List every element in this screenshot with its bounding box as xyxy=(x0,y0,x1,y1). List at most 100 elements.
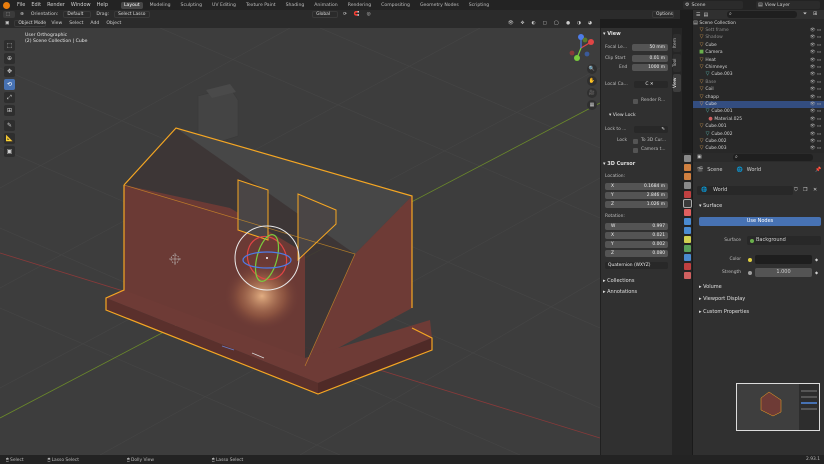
output-tab-icon[interactable] xyxy=(683,173,691,180)
visibility-eye-icon[interactable]: 👁 ▭ xyxy=(810,131,821,138)
filter-icon[interactable]: ⏷ xyxy=(803,11,807,17)
blender-logo-icon[interactable] xyxy=(3,1,10,9)
tool-select-icon[interactable]: ⬚ xyxy=(3,11,15,18)
workspace-tab-sculpting[interactable]: Sculpting xyxy=(178,2,205,9)
physics-tab-icon[interactable] xyxy=(683,236,691,243)
focal-length-field[interactable]: 50 mm xyxy=(632,44,668,51)
view-section-header[interactable]: ▾ View xyxy=(603,31,621,37)
clip-end-field[interactable]: 1000 m xyxy=(632,64,668,71)
shading-material-icon[interactable]: ◑ xyxy=(575,21,583,26)
outliner-scene-collection[interactable]: ▤ Scene Collection xyxy=(693,20,824,27)
fake-user-shield-icon[interactable]: ⛉ xyxy=(794,187,798,193)
scene-tab-icon[interactable] xyxy=(683,191,691,198)
visibility-eye-icon[interactable]: 👁 ▭ xyxy=(810,101,821,108)
constraints-tab-icon[interactable] xyxy=(683,245,691,252)
outliner-editor-icon[interactable]: ☰ xyxy=(696,12,700,18)
outliner-row[interactable]: ▽ Coil 👁 ▭ xyxy=(693,86,824,93)
menu-window[interactable]: Window xyxy=(70,2,92,8)
data-tab-icon[interactable] xyxy=(683,254,691,261)
outliner-row[interactable]: ▽ Cube.002 👁 ▭ xyxy=(693,138,824,145)
render-region-checkbox[interactable] xyxy=(633,99,638,104)
outliner-row[interactable]: ■ Camera 👁 ▭ xyxy=(693,49,824,56)
visibility-eye-icon[interactable]: 👁 ▭ xyxy=(810,145,821,152)
snap-icon[interactable]: 🧲 xyxy=(352,12,362,17)
visibility-eye-icon[interactable]: 👁 ▭ xyxy=(810,123,821,130)
annotations-section-header[interactable]: ▸ Annotations xyxy=(603,289,637,295)
material-tab-icon[interactable] xyxy=(683,263,691,270)
color-keyframe-dot-icon[interactable]: ◆ xyxy=(815,257,818,262)
workspace-tab-scripting[interactable]: Scripting xyxy=(466,2,492,9)
workspace-tab-modeling[interactable]: Modeling xyxy=(147,2,174,9)
outliner-row[interactable]: ▽ chapp 👁 ▭ xyxy=(693,94,824,101)
cursor-z-field[interactable]: Z 1.026 m xyxy=(605,201,668,208)
measure-tool-icon[interactable]: 📐 xyxy=(4,133,15,144)
visibility-eye-icon[interactable]: 👁 ▭ xyxy=(810,71,821,78)
strength-keyframe-dot-icon[interactable]: ◆ xyxy=(815,270,818,275)
new-collection-icon[interactable]: ⊞ xyxy=(813,11,817,17)
workspace-tab-compositing[interactable]: Compositing xyxy=(378,2,413,9)
transform-space-dropdown[interactable]: Global xyxy=(312,11,339,18)
visibility-eye-icon[interactable]: 👁 ▭ xyxy=(810,94,821,101)
scale-tool-icon[interactable]: ⤢ xyxy=(4,92,15,103)
tab-item[interactable]: Item xyxy=(673,34,681,52)
rotation-mode-dropdown[interactable]: Quaternion (WXYZ) xyxy=(605,262,668,269)
outliner-display-icon[interactable]: ▤ xyxy=(703,12,708,18)
camera-view-icon[interactable]: 🎥 xyxy=(587,88,597,98)
workspace-tab-animation[interactable]: Animation xyxy=(311,2,340,9)
drag-dropdown[interactable]: Select Lasso xyxy=(114,11,151,18)
particles-tab-icon[interactable] xyxy=(683,227,691,234)
visibility-eye-icon[interactable]: 👁 ▭ xyxy=(810,116,821,123)
menu-object[interactable]: Object xyxy=(104,21,123,26)
transform-tool-icon[interactable]: ⊞ xyxy=(4,105,15,116)
shading-rendered-icon[interactable]: ◕ xyxy=(586,21,594,26)
outliner-row[interactable]: ▽ Cube 👁 ▭ xyxy=(693,101,824,108)
viewport-display-section-header[interactable]: ▸ Viewport Display xyxy=(699,296,745,302)
workspace-tab-layout[interactable]: Layout xyxy=(121,1,143,9)
menu-view[interactable]: View xyxy=(49,21,64,26)
cursor-y-field[interactable]: Y 2.846 m xyxy=(605,192,668,199)
perspective-grid-icon[interactable]: ▦ xyxy=(587,100,597,110)
render-tab-icon[interactable] xyxy=(683,164,691,171)
surface-shader-field[interactable]: Background xyxy=(747,236,821,245)
cursor-ry-field[interactable]: Y 0.002 xyxy=(605,241,668,248)
world-tab-icon[interactable] xyxy=(682,199,692,208)
modifier-tab-icon[interactable] xyxy=(683,218,691,225)
visibility-eye-icon[interactable]: 👁 ▭ xyxy=(810,86,821,93)
shading-solid-icon[interactable]: ● xyxy=(564,21,572,26)
menu-edit[interactable]: Edit xyxy=(30,2,42,8)
outliner-row[interactable]: ▽ Sett frame 👁 ▭ xyxy=(693,27,824,34)
lock-camera-checkbox[interactable] xyxy=(633,148,638,153)
outliner-row[interactable]: ▽ Cube.001 👁 ▭ xyxy=(693,108,824,115)
unlink-close-icon[interactable]: ✕ xyxy=(813,187,817,193)
outliner-row[interactable]: ▽ Heat 👁 ▭ xyxy=(693,57,824,64)
add-cube-tool-icon[interactable]: ▣ xyxy=(4,146,15,157)
outliner-search-input[interactable]: ⌕ xyxy=(727,11,797,18)
select-box-tool-icon[interactable]: ⬚ xyxy=(4,40,15,51)
visibility-eye-icon[interactable]: 👁 ▭ xyxy=(810,49,821,56)
texture-tab-icon[interactable] xyxy=(683,272,691,279)
outliner-row[interactable]: ▽ Chimneys 👁 ▭ xyxy=(693,64,824,71)
3d-viewport[interactable]: User Orthographic (2) Scene Collection |… xyxy=(0,28,600,455)
strength-field[interactable]: 1.000 xyxy=(755,268,812,277)
outliner-row[interactable]: ▽ Base 👁 ▭ xyxy=(693,79,824,86)
menu-add[interactable]: Add xyxy=(88,21,101,26)
annotate-tool-icon[interactable]: ✎ xyxy=(4,120,15,131)
tab-tool[interactable]: Tool xyxy=(673,54,681,72)
outliner-row[interactable]: ▽ Cube.003 👁 ▭ xyxy=(693,71,824,78)
lock-to-object-field[interactable]: ✎ xyxy=(634,126,668,133)
world-datablock-field[interactable]: 🌐 World xyxy=(697,186,793,195)
visibility-icon[interactable]: 👁 xyxy=(506,21,516,26)
xray-icon[interactable]: ▢ xyxy=(540,21,548,26)
collections-section-header[interactable]: ▸ Collections xyxy=(603,278,634,284)
pan-hand-icon[interactable]: ✋ xyxy=(587,76,597,86)
view-layer-tab-icon[interactable] xyxy=(683,182,691,189)
3d-cursor-section-header[interactable]: ▾ 3D Cursor xyxy=(603,161,635,167)
properties-editor-icon[interactable]: ▣ xyxy=(697,154,702,160)
visibility-eye-icon[interactable]: 👁 ▭ xyxy=(810,64,821,71)
visibility-eye-icon[interactable]: 👁 ▭ xyxy=(810,57,821,64)
cursor-w-field[interactable]: W 0.997 xyxy=(605,223,668,230)
outliner-row[interactable]: ▽ Cube.003 👁 ▭ xyxy=(693,145,824,152)
outliner-row[interactable]: ▽ Shadow 👁 ▭ xyxy=(693,34,824,41)
cursor-x-field[interactable]: X 0.1684 m xyxy=(605,183,668,190)
visibility-eye-icon[interactable]: 👁 ▭ xyxy=(810,79,821,86)
